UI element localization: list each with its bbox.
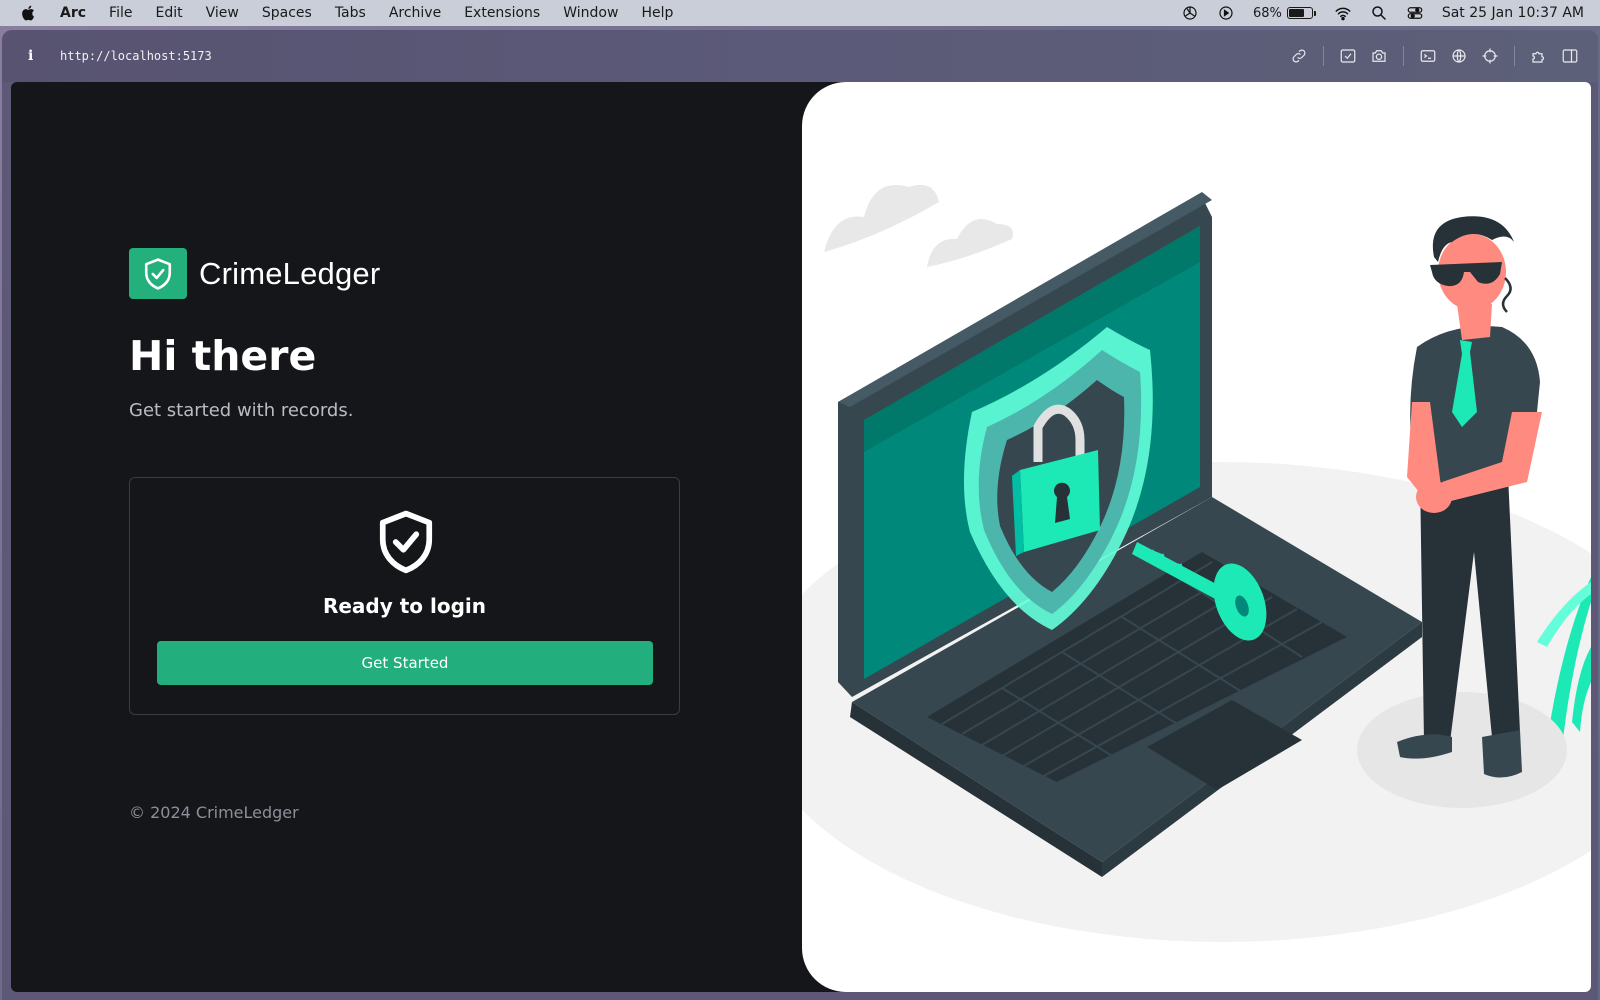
login-card: Ready to login Get Started	[129, 477, 680, 715]
person-shoe	[1482, 730, 1522, 778]
menu-bar-tray: 68% Sat 25 Jan 10:37 AM	[1163, 4, 1584, 22]
battery-icon	[1286, 7, 1313, 19]
cloud-icon	[824, 184, 939, 252]
menu-archive[interactable]: Archive	[389, 5, 441, 21]
developer-console-button[interactable]	[1418, 46, 1438, 66]
menu-bar-left: Arc File Edit View Spaces Tabs Archive E…	[20, 4, 696, 22]
play-circle-icon[interactable]	[1217, 4, 1235, 22]
browser-window: i http://localhost:5173 CrimeLedger Hi t…	[2, 30, 1598, 1000]
sidebar-icon	[1562, 49, 1578, 63]
brand-name: CrimeLedger	[199, 255, 381, 291]
crosshair-icon	[1482, 48, 1498, 64]
illustration-panel	[802, 82, 1591, 992]
puzzle-icon	[1532, 51, 1545, 63]
toolbar-tools	[1278, 46, 1580, 66]
chatgpt-icon[interactable]	[1181, 4, 1199, 22]
url-text[interactable]: http://localhost:5173	[60, 49, 212, 63]
battery-status[interactable]: 68%	[1253, 6, 1316, 21]
menu-extensions[interactable]: Extensions	[464, 5, 540, 21]
link-icon	[1292, 49, 1306, 63]
battery-fill	[1288, 9, 1304, 17]
browser-toolbar: i http://localhost:5173	[2, 30, 1598, 82]
login-panel: CrimeLedger Hi there Get started with re…	[11, 82, 801, 992]
control-center-icon[interactable]	[1406, 4, 1424, 22]
brand-header: CrimeLedger	[129, 248, 380, 299]
shield-check-icon	[379, 510, 433, 574]
screenshot-icon	[1340, 49, 1356, 63]
battery-percent: 68%	[1252, 5, 1282, 21]
get-started-button[interactable]: Get Started	[157, 641, 653, 685]
menu-app-name[interactable]: Arc	[60, 5, 86, 21]
page-subtitle: Get started with records.	[129, 400, 354, 421]
capture-button[interactable]	[1338, 46, 1358, 66]
menu-bar: Arc File Edit View Spaces Tabs Archive E…	[0, 0, 1600, 26]
site-globe-button[interactable]	[1449, 46, 1469, 66]
menu-window[interactable]: Window	[563, 5, 618, 21]
toolbar-separator	[1514, 46, 1515, 66]
copyright-footer: © 2024 CrimeLedger	[129, 803, 299, 822]
menu-spaces[interactable]: Spaces	[262, 5, 312, 21]
battery-tip	[1313, 10, 1316, 16]
target-button[interactable]	[1480, 46, 1500, 66]
globe-icon	[1452, 49, 1466, 63]
card-title: Ready to login	[322, 594, 487, 618]
terminal-icon	[1420, 50, 1436, 62]
camera-button[interactable]	[1369, 46, 1389, 66]
person-shadow	[1357, 692, 1567, 808]
cloud-icon	[927, 219, 1013, 267]
menu-tabs[interactable]: Tabs	[335, 5, 366, 21]
wifi-icon[interactable]	[1334, 4, 1352, 22]
toolbar-separator	[1323, 46, 1324, 66]
camera-icon	[1372, 50, 1386, 62]
security-illustration	[802, 184, 1591, 942]
toolbar-separator	[1403, 46, 1404, 66]
split-view-button[interactable]	[1560, 46, 1580, 66]
person-hands	[1416, 481, 1452, 513]
site-info-icon[interactable]: i	[28, 48, 42, 64]
page-title: Hi there	[129, 332, 317, 380]
copy-link-button[interactable]	[1289, 46, 1309, 66]
apple-logo-icon[interactable]	[20, 4, 38, 22]
brand-logo	[129, 248, 187, 299]
url-area[interactable]: i http://localhost:5173	[28, 48, 212, 64]
menu-bar-datetime[interactable]: Sat 25 Jan 10:37 AM	[1442, 5, 1584, 21]
menu-edit[interactable]: Edit	[155, 5, 182, 21]
menu-view[interactable]: View	[206, 5, 239, 21]
menu-help[interactable]: Help	[641, 5, 673, 21]
web-viewport: CrimeLedger Hi there Get started with re…	[11, 82, 1591, 992]
menu-file[interactable]: File	[109, 5, 132, 21]
shield-check-icon	[144, 257, 172, 290]
extensions-button[interactable]	[1529, 46, 1549, 66]
spotlight-search-icon[interactable]	[1370, 4, 1388, 22]
